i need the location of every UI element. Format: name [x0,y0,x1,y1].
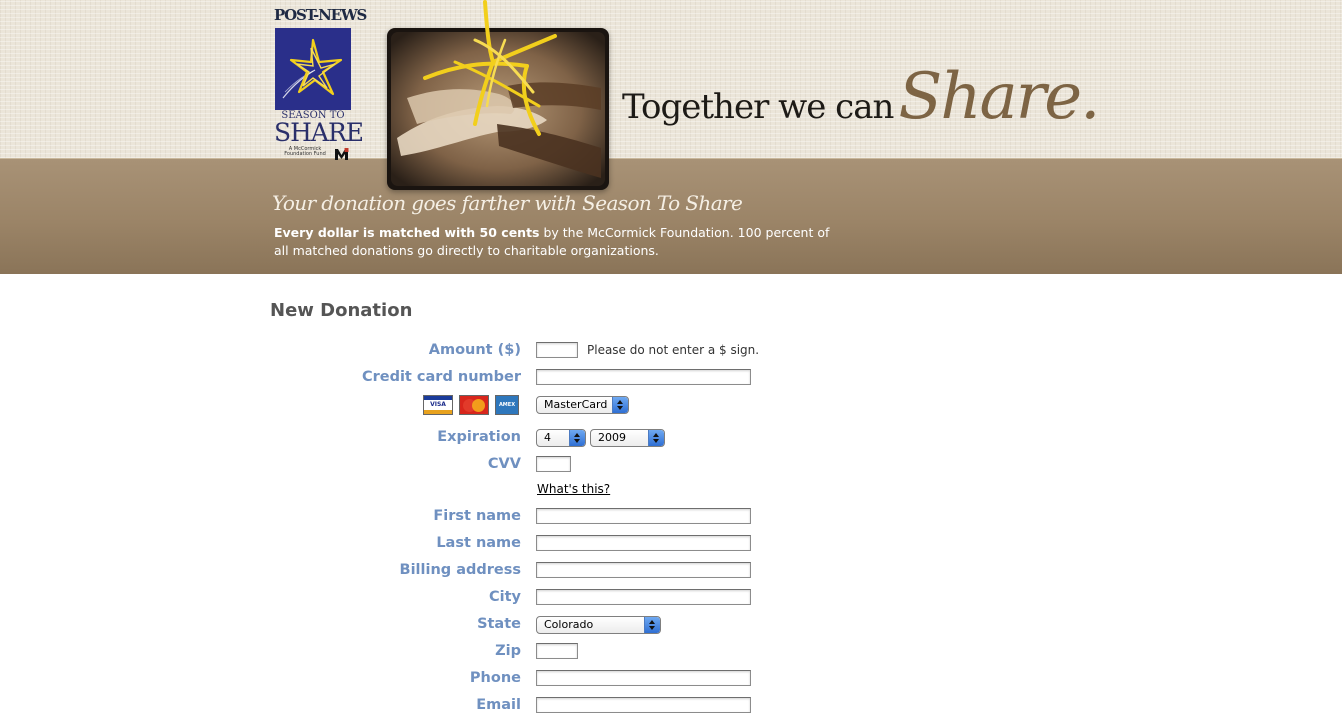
select-arrows-icon [569,430,585,446]
select-arrows-icon [648,430,664,446]
form-title: New Donation [270,300,413,321]
email-label: Email [476,697,521,713]
state-row: State [0,614,1342,638]
state-select[interactable]: Colorado [536,616,661,634]
first-name-row: First name [0,506,1342,530]
amount-row: Amount ($) Please do not enter a $ sign. [0,340,1342,364]
city-row: City [0,587,1342,611]
logo-fund-text: A McCormick Foundation Fund [284,146,326,157]
expiration-year-select[interactable]: 2009 [590,429,665,447]
first-name-input[interactable] [536,508,751,524]
last-name-label: Last name [436,535,521,551]
billing-address-row: Billing address [0,560,1342,584]
state-value: Colorado [544,618,594,631]
cvv-input[interactable] [536,456,571,472]
amount-label: Amount ($) [428,342,521,358]
select-arrows-icon [644,617,660,633]
amount-hint: Please do not enter a $ sign. [587,343,760,357]
credit-card-input[interactable] [536,369,751,385]
zip-input[interactable] [536,643,578,659]
cvv-label: CVV [487,456,521,472]
city-label: City [489,589,521,605]
amex-card-icon: AMEX [495,395,519,415]
phone-label: Phone [469,670,521,686]
expiration-month-select[interactable]: 4 [536,429,586,447]
city-input[interactable] [536,589,751,605]
tagline: Your donation goes farther with Season T… [272,191,743,215]
expiration-month-value: 4 [544,431,551,444]
first-name-label: First name [433,508,521,524]
cvv-row: CVV [0,454,1342,478]
credit-card-label: Credit card number [361,369,521,385]
headline-lead: Together we can [622,87,894,127]
select-arrows-icon [612,397,628,413]
phone-row: Phone [0,668,1342,692]
expiration-year-value: 2009 [598,431,626,444]
logo-share-text: SHARE [274,118,364,147]
expiration-label: Expiration [437,429,521,445]
yellow-star-icon [415,0,565,140]
mccormick-logo-icon [334,146,349,160]
billing-address-label: Billing address [399,562,521,578]
zip-row: Zip [0,641,1342,665]
phone-input[interactable] [536,670,751,686]
season-to-share-logo[interactable]: POST-NEWS SEASON TO SHARE A McCormick Fo… [274,6,367,160]
email-row: Email [0,695,1342,719]
card-type-value: MasterCard [544,398,608,411]
visa-card-icon: VISA [423,395,453,415]
logo-star-square [275,28,351,110]
zip-label: Zip [495,643,521,659]
whats-this-link[interactable]: What's this? [537,482,610,496]
post-news-masthead: POST-NEWS [274,6,367,24]
expiration-row: Expiration [0,427,1342,451]
match-bold: Every dollar is matched with 50 cents [274,225,540,240]
match-description: Every dollar is matched with 50 cents by… [274,224,844,264]
card-type-select[interactable]: MasterCard [536,396,629,414]
last-name-input[interactable] [536,535,751,551]
headline: Together we can Share. [622,60,1101,140]
credit-card-row: Credit card number [0,367,1342,391]
last-name-row: Last name [0,533,1342,557]
mastercard-icon [459,395,489,415]
state-label: State [477,616,521,632]
amount-input[interactable] [536,342,578,358]
email-input[interactable] [536,697,751,713]
headline-share: Share. [898,60,1100,134]
billing-address-input[interactable] [536,562,751,578]
card-logos: VISA AMEX [423,395,519,417]
